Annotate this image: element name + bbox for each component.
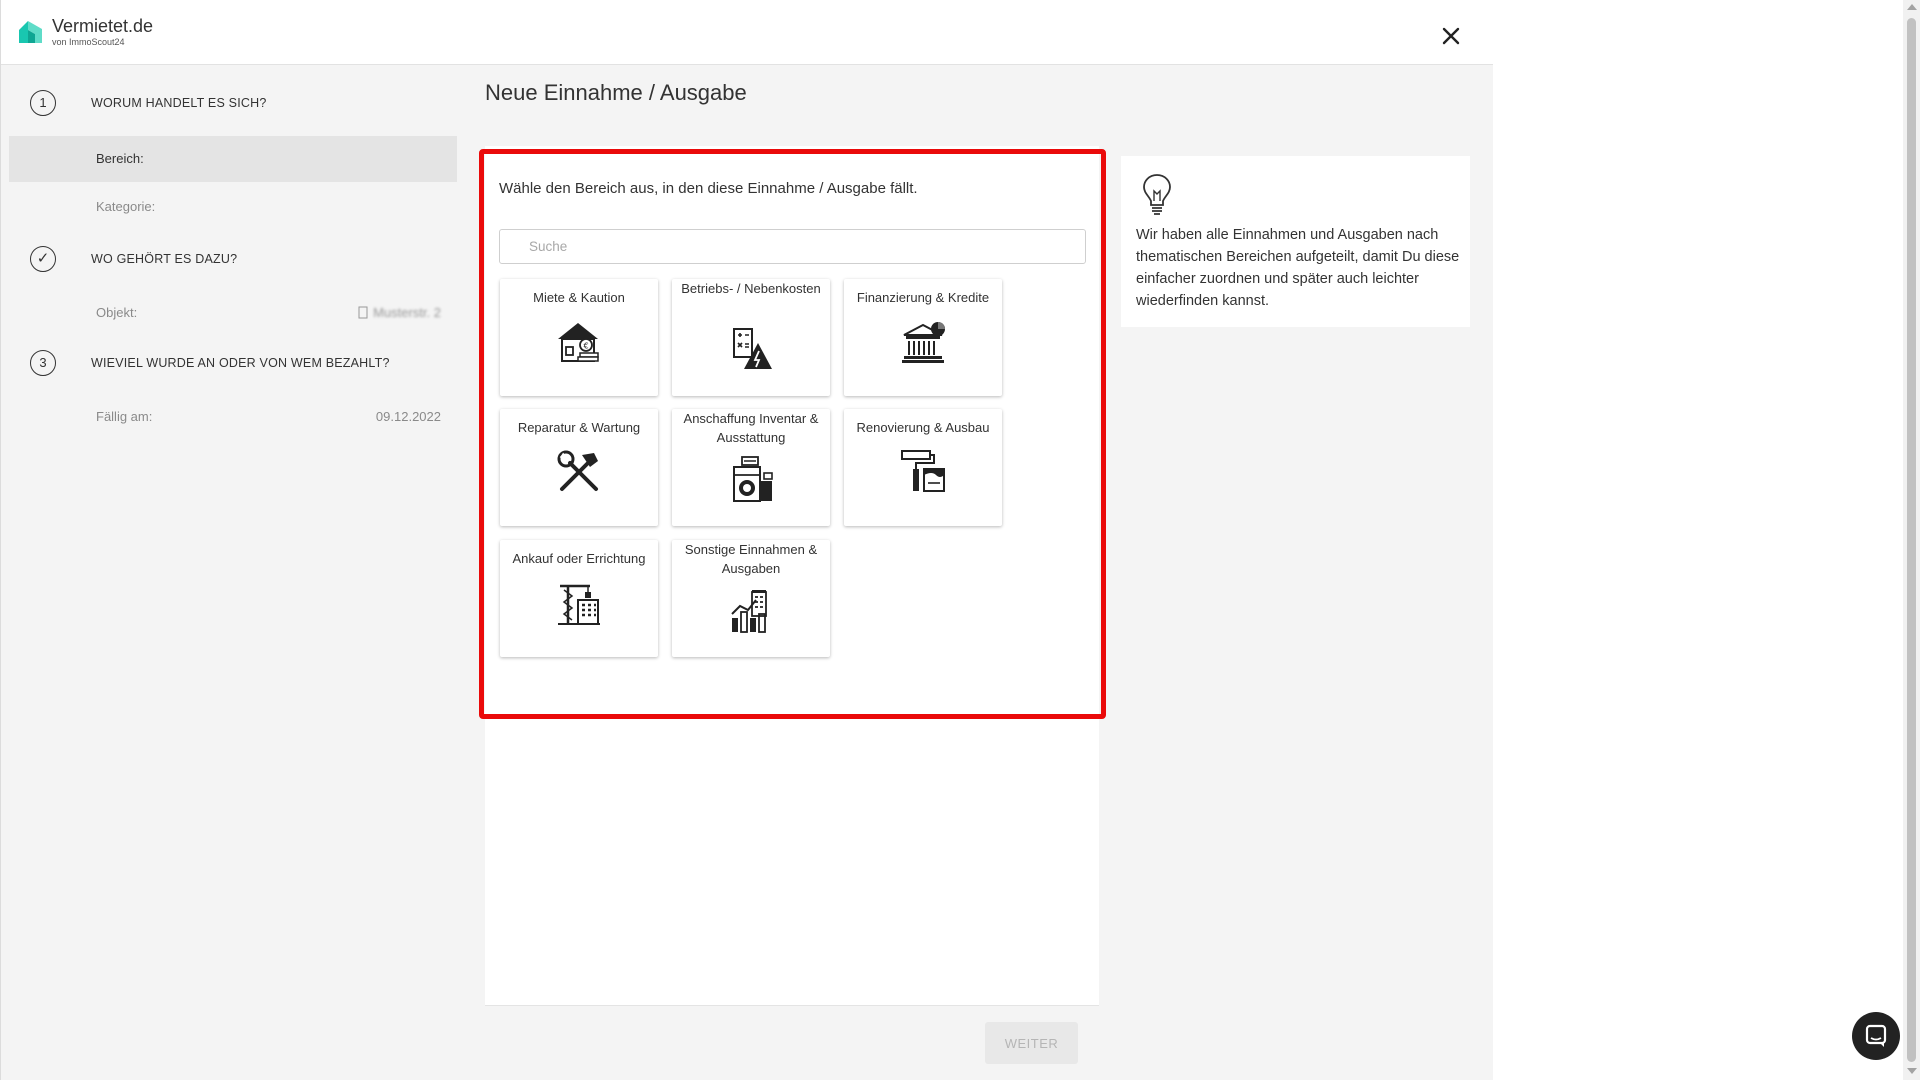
tile-reparatur-wartung[interactable]: Reparatur & Wartung <box>500 409 658 526</box>
crane-building-icon <box>558 584 600 625</box>
field-objekt-label: Objekt: <box>96 305 138 320</box>
field-faellig-value: 09.12.2022 <box>375 409 441 424</box>
search-input[interactable] <box>499 229 1086 264</box>
house-coins-icon: € <box>558 323 599 362</box>
brand-logo[interactable]: Vermietet.de von ImmoScout24 <box>16 16 153 48</box>
svg-text:€: € <box>583 342 588 351</box>
scroll-down-icon[interactable] <box>1907 1068 1917 1074</box>
lightbulb-icon <box>1143 174 1171 215</box>
step-2: ✓ WO GEHÖRT ES DAZU? <box>9 239 457 279</box>
step-1-title: WORUM HANDELT ES SICH? <box>91 96 267 110</box>
field-kategorie[interactable]: Kategorie: <box>9 184 457 230</box>
field-faellig-label: Fällig am: <box>96 409 153 424</box>
tile-renovierung-ausbau[interactable]: Renovierung & Ausbau <box>844 409 1002 526</box>
tile-anschaffung-inventar[interactable]: Anschaffung Inventar & Ausstattung <box>672 409 830 526</box>
tile-ankauf-errichtung[interactable]: Ankauf oder Errichtung <box>500 540 658 657</box>
field-objekt[interactable]: Objekt: Musterstr. 2 <box>9 290 457 336</box>
field-bereich[interactable]: Bereich: <box>9 136 457 182</box>
step-1-marker: 1 <box>30 90 56 116</box>
tile-betriebskosten[interactable]: Betriebs- / Nebenkosten <box>672 279 830 396</box>
brand-name: Vermietet.de <box>52 16 154 36</box>
tile-label: Sonstige Einnahmen & Ausgaben <box>684 542 818 576</box>
tile-label: Reparatur & Wartung <box>517 420 641 435</box>
field-objekt-text: Musterstr. 2 <box>373 305 441 320</box>
brand-subtitle: von ImmoScout24 <box>52 37 125 47</box>
tile-label: Finanzierung & Kredite <box>856 290 990 305</box>
paint-roller-icon <box>901 450 945 492</box>
tile-finanzierung-kredite[interactable]: Finanzierung & Kredite <box>844 279 1002 396</box>
header: Vermietet.de von ImmoScout24 <box>1 0 1493 65</box>
tile-miete-kaution[interactable]: Miete & Kaution € <box>500 279 658 396</box>
tile-label: Renovierung & Ausbau <box>856 420 990 435</box>
field-kategorie-label: Kategorie: <box>96 199 156 214</box>
scroll-up-icon[interactable] <box>1907 4 1917 10</box>
app-window: Vermietet.de von ImmoScout24 1 WORUM HAN… <box>0 0 1493 1080</box>
instruction-text: Wähle den Bereich aus, in den diese Einn… <box>499 180 918 197</box>
tip-text: Wir haben alle Einnahmen und Ausgaben na… <box>1136 227 1460 309</box>
building-icon <box>358 306 368 319</box>
tile-label: Miete & Kaution <box>533 290 625 305</box>
page-title: Neue Einnahme / Ausgabe <box>485 80 747 105</box>
step-3-title: WIEVIEL WURDE AN ODER VON WEM BEZAHLT? <box>91 356 390 370</box>
appliances-icon <box>733 456 773 502</box>
step-1: 1 WORUM HANDELT ES SICH? <box>9 83 457 123</box>
footer-divider <box>485 1005 1099 1006</box>
step-2-title: WO GEHÖRT ES DAZU? <box>91 252 238 266</box>
chart-building-icon <box>731 590 767 633</box>
tile-label: Anschaffung Inventar & Ausstattung <box>683 411 819 445</box>
scrollbar-thumb[interactable] <box>1907 18 1916 1062</box>
step-3: 3 WIEVIEL WURDE AN ODER VON WEM BEZAHLT? <box>9 343 457 383</box>
chat-button[interactable] <box>1852 1012 1900 1060</box>
tile-label: Betriebs- / Nebenkosten <box>681 281 821 296</box>
step-2-marker: ✓ <box>30 246 56 272</box>
calculator-electricity-icon <box>733 328 772 369</box>
step-3-marker: 3 <box>30 350 56 376</box>
field-faellig[interactable]: Fällig am: 09.12.2022 <box>9 394 457 440</box>
field-bereich-label: Bereich: <box>96 151 144 166</box>
bank-icon <box>902 322 945 363</box>
tip-card: Wir haben alle Einnahmen und Ausgaben na… <box>1121 156 1470 327</box>
tile-sonstige[interactable]: Sonstige Einnahmen & Ausgaben <box>672 540 830 657</box>
chat-icon <box>1865 1024 1887 1047</box>
next-button[interactable]: WEITER <box>985 1022 1078 1064</box>
tile-label: Ankauf oder Errichtung <box>512 551 646 566</box>
hammer-wrench-icon <box>557 450 598 491</box>
house-logo-icon <box>19 21 42 43</box>
close-icon[interactable] <box>1438 23 1464 49</box>
field-objekt-value: Musterstr. 2 <box>358 305 441 320</box>
